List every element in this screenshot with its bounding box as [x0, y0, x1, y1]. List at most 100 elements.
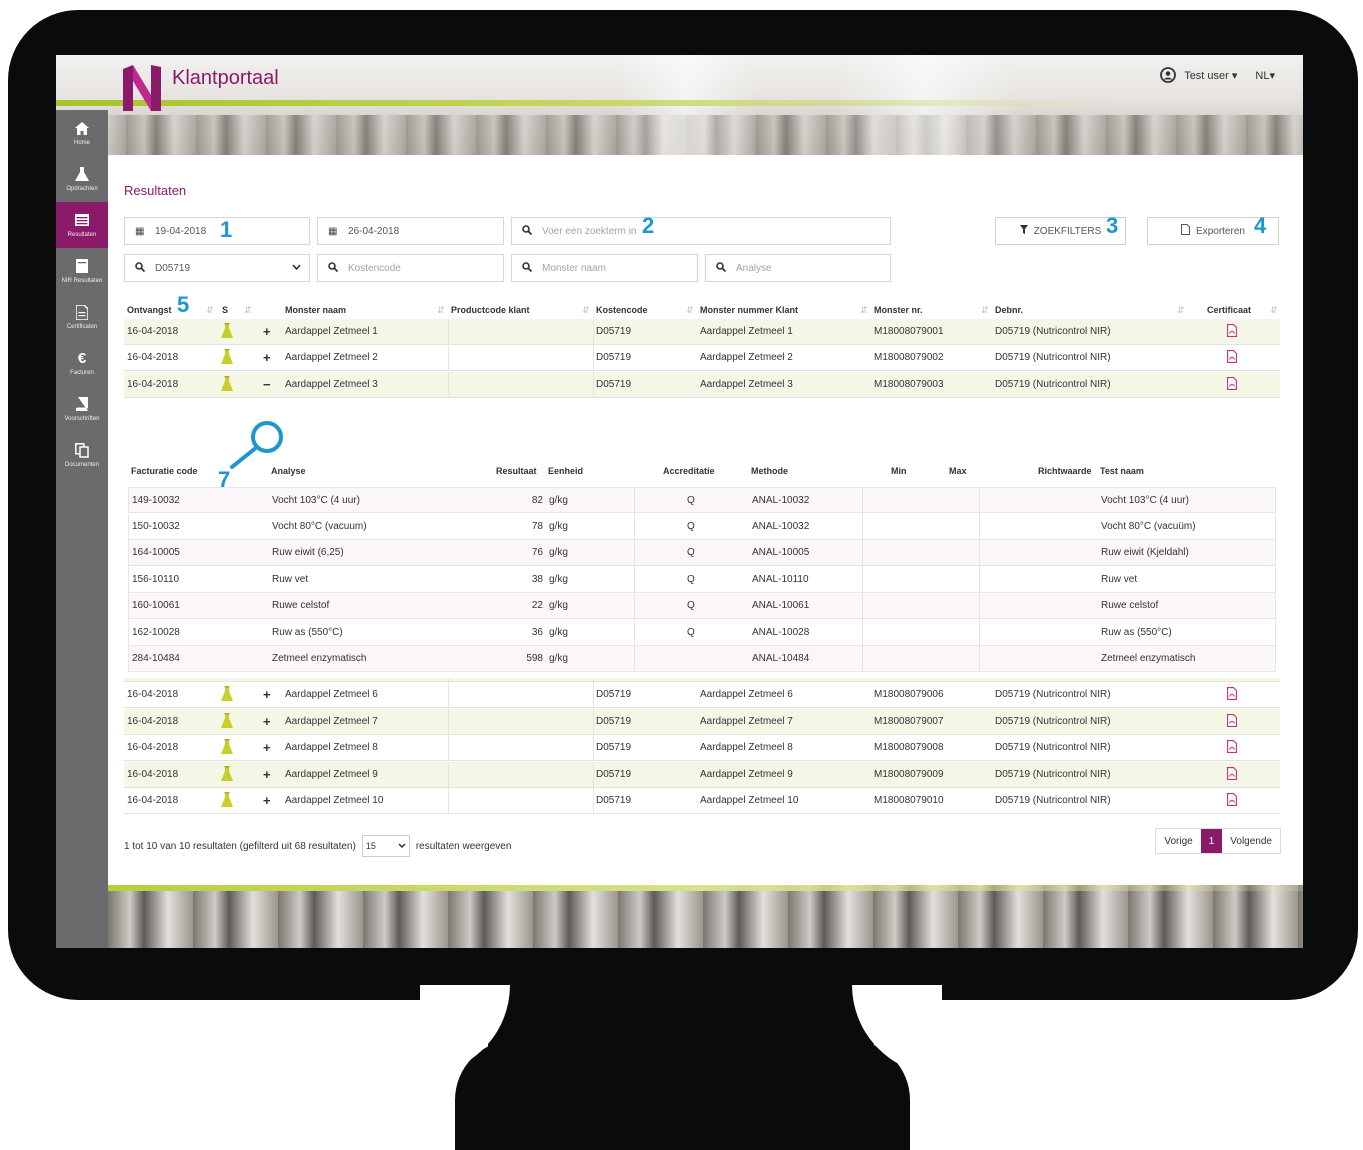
- table-row[interactable]: 16-04-2018 + Aardappel Zetmeel 8 D05719 Aard…: [124, 735, 1280, 761]
- pdf-certificate-icon[interactable]: [1227, 687, 1237, 700]
- table-row[interactable]: 16-04-2018 + Aardappel Zetmeel 7 D05719 Aard…: [124, 709, 1280, 735]
- page-button-current[interactable]: 1: [1200, 829, 1223, 853]
- expand-row-button[interactable]: +: [263, 324, 271, 339]
- detail-row: 149-10032 Vocht 103°C (4 uur) 82 g/kg Q ANAL-…: [128, 487, 1276, 514]
- column-header[interactable]: Monster nr.: [874, 305, 923, 315]
- sidebar-item-facturen[interactable]: € Facturen: [56, 340, 108, 386]
- sidebar-item-opdrachten[interactable]: Opdrachten: [56, 156, 108, 202]
- detail-table-header: Facturatie code Analyse Resultaat Eenhei…: [128, 461, 1276, 481]
- methode-cell: ANAL-10032: [752, 520, 810, 532]
- table-row[interactable]: 16-04-2018 + Aardappel Zetmeel 2 D05719 Aard…: [124, 345, 1280, 371]
- prev-page-button[interactable]: Vorige: [1156, 829, 1200, 853]
- sidebar-item-label: Home: [73, 140, 90, 146]
- kostencode-cell: D05719: [596, 742, 632, 753]
- callout-number: 3: [1106, 213, 1119, 238]
- date-from-field[interactable]: ▦ 19-04-2018: [124, 217, 310, 245]
- detail-row: 160-10061 Ruwe celstof 22 g/kg Q ANAL-10061 Ru…: [128, 593, 1276, 619]
- sort-icon[interactable]: ⇵: [686, 305, 694, 316]
- date-to-field[interactable]: ▦ 26-04-2018: [317, 217, 504, 245]
- pdf-certificate-icon[interactable]: [1227, 793, 1237, 806]
- page-size-select[interactable]: 15: [361, 835, 410, 857]
- column-divider: [862, 646, 863, 672]
- debnr-cell: D05719 (Nutricontrol NIR): [995, 795, 1111, 806]
- pdf-certificate-icon[interactable]: [1227, 350, 1237, 363]
- accreditatie-cell: Q: [687, 547, 695, 558]
- sort-icon[interactable]: ⇵: [206, 305, 214, 316]
- monster-naam-cell: Aardappel Zetmeel 7: [285, 716, 378, 727]
- expand-row-button[interactable]: +: [263, 687, 271, 702]
- column-divider: [448, 735, 449, 761]
- analyse-input[interactable]: Analyse: [705, 254, 891, 282]
- chevron-down-icon: [292, 262, 301, 273]
- footer-banner: [108, 885, 1303, 948]
- debnr-cell: D05719 (Nutricontrol NIR): [995, 689, 1111, 700]
- column-header[interactable]: Monster nummer Klant: [700, 305, 798, 315]
- language-selector[interactable]: NL▾: [1255, 69, 1275, 82]
- accreditatie-cell: Q: [687, 600, 695, 611]
- monster-naam-input[interactable]: Monster naam: [511, 254, 698, 282]
- column-header[interactable]: S: [222, 305, 228, 315]
- collapse-row-button[interactable]: −: [263, 377, 271, 392]
- expand-row-button[interactable]: +: [263, 350, 271, 365]
- column-header[interactable]: Ontvangst: [127, 305, 172, 315]
- sort-icon[interactable]: ⇵: [244, 305, 252, 316]
- nir-icon: [74, 258, 90, 274]
- column-header[interactable]: Monster naam: [285, 305, 346, 315]
- search-input[interactable]: Voer een zoekterm in: [511, 217, 891, 245]
- table-footer: 1 tot 10 van 10 resultaten (gefilterd ui…: [124, 835, 511, 857]
- table-row[interactable]: 16-04-2018 − Aardappel Zetmeel 3 D05719 Aard…: [124, 372, 1280, 398]
- user-menu[interactable]: Test user ▾: [1184, 69, 1237, 82]
- sidebar-item-documenten[interactable]: Documenten: [56, 432, 108, 478]
- table-row[interactable]: 16-04-2018 + Aardappel Zetmeel 6 D05719 Aard…: [124, 682, 1280, 708]
- pdf-certificate-icon[interactable]: [1227, 740, 1237, 753]
- table-row[interactable]: 16-04-2018 + Aardappel Zetmeel 10 D05719 Aar…: [124, 788, 1280, 814]
- expand-row-button[interactable]: +: [263, 767, 271, 782]
- kostencode-cell: D05719: [596, 795, 632, 806]
- sort-icon[interactable]: ⇵: [1270, 305, 1278, 316]
- kostencode-input[interactable]: Kostencode: [317, 254, 504, 282]
- column-divider: [862, 540, 863, 566]
- pdf-certificate-icon[interactable]: [1227, 714, 1237, 727]
- facturatie-code-cell: 284-10484: [132, 653, 180, 664]
- pdf-certificate-icon[interactable]: [1227, 767, 1237, 780]
- ontvangst-cell: 16-04-2018: [127, 742, 179, 753]
- sort-icon[interactable]: ⇵: [860, 305, 868, 316]
- sidebar-item-voorschriften[interactable]: Voorschriften: [56, 386, 108, 432]
- sidebar: Home Opdrachten Resultaten NIR Resultate…: [56, 110, 108, 948]
- next-page-button[interactable]: Volgende: [1222, 829, 1280, 853]
- detail-column-header: Accreditatie: [663, 466, 715, 476]
- sort-icon[interactable]: ⇵: [582, 305, 590, 316]
- monster-nr-cell: M18008079001: [874, 326, 944, 337]
- eenheid-cell: g/kg: [549, 626, 568, 638]
- brand-logo[interactable]: [123, 65, 161, 111]
- kostencode-cell: D05719: [596, 716, 632, 727]
- ontvangst-cell: 16-04-2018: [127, 716, 179, 727]
- expand-row-button[interactable]: +: [263, 740, 271, 755]
- sidebar-item-home[interactable]: Home: [56, 110, 108, 156]
- sort-icon[interactable]: ⇵: [1177, 305, 1185, 316]
- search-icon: [522, 224, 534, 238]
- sort-icon[interactable]: ⇵: [981, 305, 989, 316]
- column-divider: [593, 372, 594, 398]
- table-row[interactable]: 16-04-2018 + Aardappel Zetmeel 1 D05719 Aard…: [124, 319, 1280, 345]
- column-header[interactable]: Debnr.: [995, 305, 1023, 315]
- debtor-select[interactable]: D05719: [124, 254, 310, 282]
- sort-icon[interactable]: ⇵: [437, 305, 445, 316]
- user-icon[interactable]: [1160, 67, 1177, 83]
- sidebar-item-nir-resultaten[interactable]: NIR Resultaten: [56, 248, 108, 294]
- column-header[interactable]: Productcode klant: [451, 305, 530, 315]
- brand-name: Klantportaal: [172, 67, 279, 89]
- pdf-certificate-icon[interactable]: [1227, 324, 1237, 337]
- column-header[interactable]: Kostencode: [596, 305, 648, 315]
- euro-icon: €: [77, 349, 87, 367]
- expand-row-button[interactable]: +: [263, 714, 271, 729]
- sidebar-item-resultaten[interactable]: Resultaten: [56, 202, 108, 248]
- expand-row-button[interactable]: +: [263, 793, 271, 808]
- pdf-certificate-icon[interactable]: [1227, 377, 1237, 390]
- sidebar-item-certificaten[interactable]: Certificaten: [56, 294, 108, 340]
- column-header[interactable]: Certificaat: [1207, 305, 1251, 315]
- detail-row: 156-10110 Ruw vet 38 g/kg Q ANAL-10110 Ruw vet: [128, 566, 1276, 593]
- callout-number: 1: [220, 217, 233, 242]
- table-row[interactable]: 16-04-2018 + Aardappel Zetmeel 9 D05719 Aard…: [124, 762, 1280, 788]
- results-table-header: Ontvangst ⇵ S ⇵ Monster naam ⇵ Productco…: [124, 299, 1280, 321]
